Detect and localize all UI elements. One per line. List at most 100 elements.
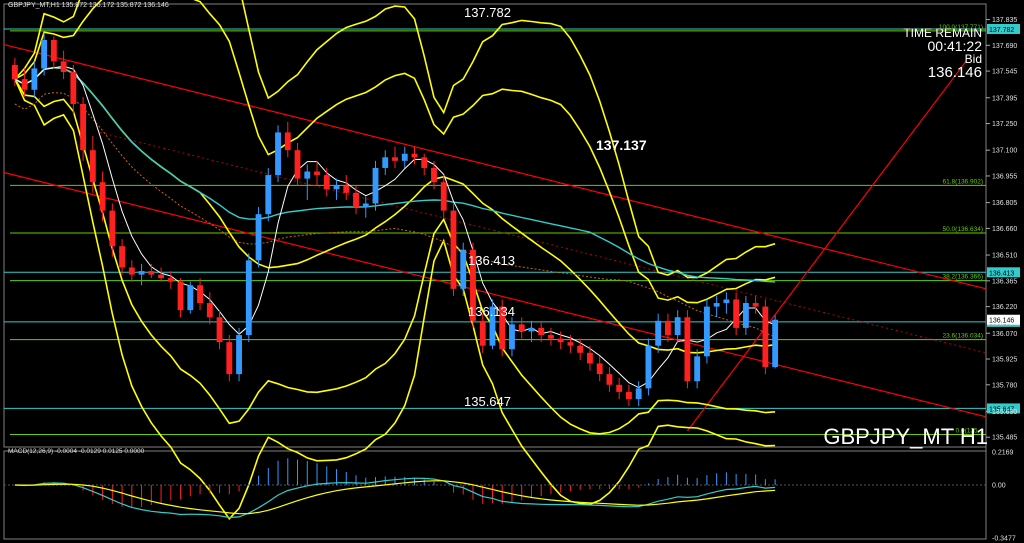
candle-body bbox=[626, 391, 632, 400]
y-tick-label: 137.545 bbox=[992, 69, 1017, 76]
candle-body bbox=[567, 342, 574, 346]
candle-body bbox=[60, 61, 67, 72]
candle-body bbox=[197, 285, 203, 304]
y-tick-label: 136.070 bbox=[992, 331, 1017, 338]
candle-body bbox=[674, 317, 681, 336]
y-tick-label: 135.485 bbox=[992, 435, 1017, 442]
candle-body bbox=[450, 210, 457, 289]
candle-body bbox=[343, 185, 350, 193]
level-label-high: 137.782 bbox=[464, 5, 511, 20]
candle-body bbox=[89, 150, 96, 183]
fib-label: 50.0(136.634) bbox=[943, 226, 983, 233]
candle-body bbox=[323, 175, 330, 190]
candle-body bbox=[655, 320, 662, 346]
macd-label: MACD(12,26,9) -0.0004 -0.0129 0.0125 0.0… bbox=[8, 448, 145, 455]
macd-tick-label: 0.2169 bbox=[992, 450, 1014, 457]
level-label-mid: 137.137 bbox=[596, 137, 647, 153]
candle-body bbox=[41, 39, 48, 69]
candle-body bbox=[275, 132, 281, 176]
y-tick-label: 137.250 bbox=[992, 121, 1017, 128]
candle-body bbox=[119, 246, 126, 268]
candle-body bbox=[548, 335, 554, 339]
candle-body bbox=[177, 281, 184, 311]
candle-body bbox=[645, 345, 652, 389]
y-tick-label: 137.100 bbox=[992, 148, 1017, 155]
candle bbox=[450, 203, 457, 296]
symbol-watermark: GBPJPY_MT H1 bbox=[823, 424, 988, 449]
candle bbox=[275, 125, 281, 183]
candle-body bbox=[664, 320, 671, 336]
candle-body bbox=[236, 335, 242, 375]
candle-body bbox=[723, 299, 730, 304]
candle-body bbox=[226, 342, 233, 375]
y-tick-label: 135.630 bbox=[992, 409, 1017, 416]
candle-body bbox=[577, 345, 584, 353]
candle-body bbox=[557, 338, 564, 343]
candle-body bbox=[703, 306, 710, 357]
candle-body bbox=[50, 39, 57, 62]
candle-body bbox=[431, 167, 437, 183]
price-tag-label: 137.782 bbox=[989, 27, 1014, 34]
candle-body bbox=[333, 185, 340, 190]
level-label-p1: 136.413 bbox=[468, 253, 515, 268]
candle-body bbox=[509, 324, 515, 350]
fib-label: 61.8(136.902) bbox=[943, 178, 983, 185]
level-label-low: 135.647 bbox=[464, 394, 511, 409]
candle-body bbox=[138, 271, 145, 275]
candle-body bbox=[587, 352, 593, 364]
candle-body bbox=[21, 79, 28, 90]
candle-body bbox=[411, 153, 418, 158]
candle-body bbox=[99, 182, 106, 211]
candle-body bbox=[353, 192, 359, 208]
macd-tick-label: 0.00 bbox=[992, 483, 1006, 490]
candle-body bbox=[206, 303, 213, 318]
candle bbox=[187, 281, 194, 314]
bid-tag-label: 136.146 bbox=[989, 318, 1014, 325]
candle-body bbox=[245, 260, 252, 336]
y-tick-label: 137.690 bbox=[992, 43, 1017, 50]
candle-body bbox=[372, 167, 379, 204]
candle-body bbox=[596, 363, 603, 375]
candle-body bbox=[479, 320, 486, 346]
candle bbox=[265, 167, 272, 222]
candle-body bbox=[167, 278, 174, 282]
y-tick-label: 136.805 bbox=[992, 200, 1017, 207]
fib-label: 23.6(136.034) bbox=[943, 333, 983, 340]
candle-body bbox=[752, 303, 759, 307]
candle-body bbox=[772, 319, 779, 368]
y-tick-label: 137.395 bbox=[992, 95, 1017, 102]
candle-body bbox=[158, 274, 164, 279]
candle bbox=[772, 315, 779, 369]
y-tick-label: 136.510 bbox=[992, 253, 1017, 260]
candle-body bbox=[616, 384, 623, 392]
candle-body bbox=[401, 153, 408, 161]
y-tick-label: 136.660 bbox=[992, 226, 1017, 233]
price-tag-label: 136.413 bbox=[989, 270, 1014, 277]
candle bbox=[460, 242, 467, 296]
candle-body bbox=[528, 327, 535, 332]
candle-body bbox=[762, 306, 769, 368]
candle-body bbox=[382, 157, 389, 168]
y-tick-label: 135.780 bbox=[992, 382, 1017, 389]
candle-body bbox=[128, 267, 135, 275]
candle-body bbox=[255, 214, 262, 261]
candle-body bbox=[11, 64, 18, 80]
candle-body bbox=[635, 388, 642, 400]
candle bbox=[255, 207, 262, 268]
candle bbox=[645, 338, 652, 396]
candle-body bbox=[518, 324, 525, 332]
candle bbox=[372, 160, 379, 211]
level-label-p2: 136.134 bbox=[468, 304, 515, 319]
candle-body bbox=[265, 175, 272, 215]
candle-body bbox=[148, 271, 155, 275]
candle-body bbox=[187, 285, 194, 311]
candle bbox=[703, 299, 710, 364]
candle-body bbox=[606, 374, 613, 385]
candle-body bbox=[713, 303, 720, 307]
candle-body bbox=[362, 203, 369, 208]
macd-tick-label: -0.3477 bbox=[992, 536, 1016, 543]
candle-body bbox=[440, 182, 447, 211]
price-chart[interactable]: 100.0(137.771)61.8(136.902)50.0(136.634)… bbox=[0, 0, 1024, 543]
y-tick-label: 136.365 bbox=[992, 278, 1017, 285]
candle-body bbox=[70, 71, 77, 104]
